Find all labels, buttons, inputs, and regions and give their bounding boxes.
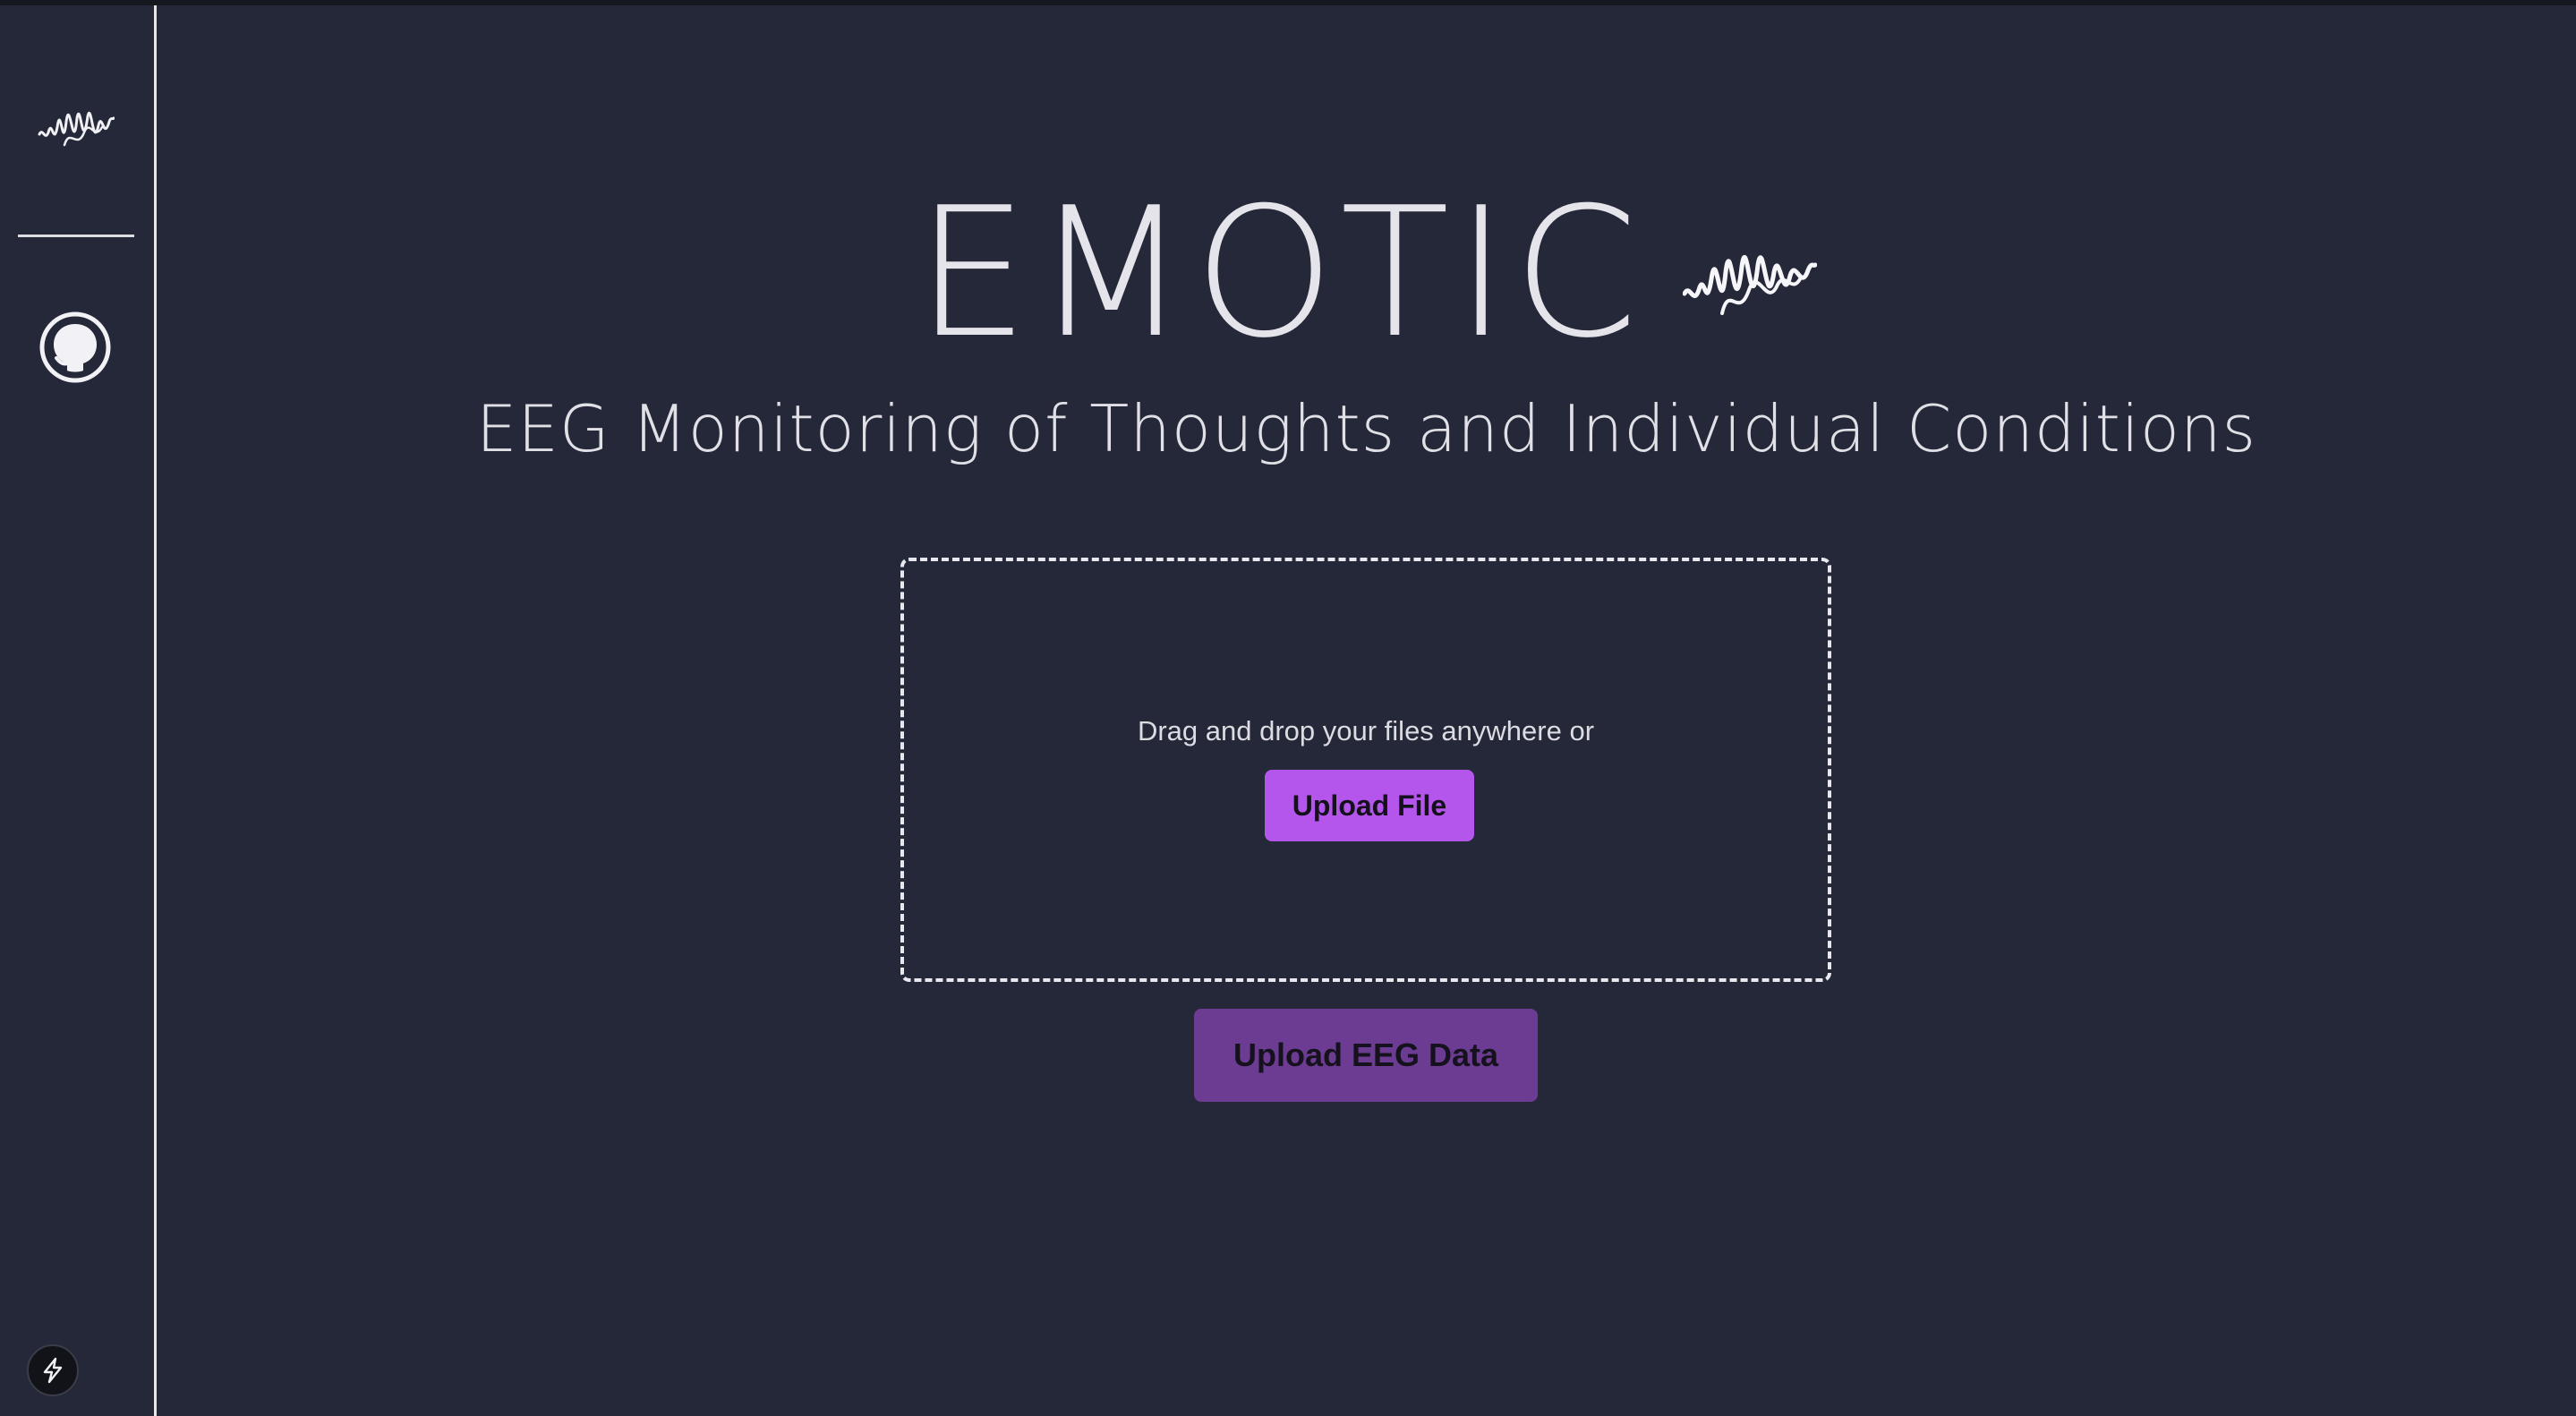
main-content: EMOTIC EEG Monitoring of Thoughts and In… [157,5,2576,1416]
hero-title: EMOTIC [157,175,2576,372]
upload-eeg-data-button[interactable]: Upload EEG Data [1194,1009,1538,1102]
app-title: EMOTIC [915,169,1644,378]
bolt-button[interactable] [27,1344,79,1396]
sidebar-divider [18,235,134,237]
dropzone-text: Drag and drop your files anywhere or [1137,715,1595,746]
app-subtitle: EEG Monitoring of Thoughts and Individua… [475,391,2257,466]
sidebar [0,5,157,1416]
eeg-wave-logo-icon [1683,254,1818,315]
file-dropzone[interactable]: Drag and drop your files anywhere or Upl… [900,558,1831,982]
github-icon[interactable] [39,311,111,383]
lightning-bolt-icon [43,1357,63,1384]
eeg-wave-icon[interactable] [38,91,115,159]
upload-file-button[interactable]: Upload File [1265,770,1474,841]
